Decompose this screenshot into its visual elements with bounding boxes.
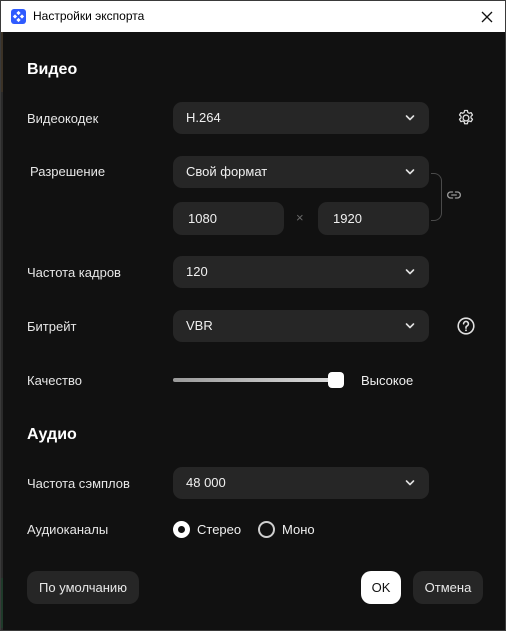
restore-defaults-button[interactable]: По умолчанию	[27, 571, 139, 604]
quality-label: Качество	[27, 373, 82, 388]
link-icon	[447, 191, 461, 199]
quality-slider-fill	[173, 378, 337, 382]
samplerate-label: Частота сэмплов	[27, 476, 130, 491]
codec-value: H.264	[186, 110, 221, 125]
framerate-label: Частота кадров	[27, 265, 121, 280]
close-icon	[481, 11, 493, 23]
ok-button[interactable]: OK	[361, 571, 401, 604]
bitrate-help-button[interactable]	[456, 316, 476, 336]
bitrate-label: Битрейт	[27, 319, 77, 334]
framerate-select[interactable]: 120	[173, 256, 429, 288]
resolution-preset-select[interactable]: Свой формат	[173, 156, 429, 188]
codec-select[interactable]: H.264	[173, 102, 429, 134]
chevron-down-icon	[405, 113, 415, 123]
app-logo-icon	[11, 9, 26, 24]
video-section-title: Видео	[27, 61, 78, 78]
chevron-down-icon	[405, 321, 415, 331]
chevron-down-icon	[405, 267, 415, 277]
audio-channels-label: Аудиоканалы	[27, 522, 109, 537]
samplerate-select[interactable]: 48 000	[173, 467, 429, 499]
resolution-times-sign: ×	[296, 210, 304, 225]
aspect-link-bracket	[431, 173, 442, 221]
left-edge-strip	[1, 32, 3, 630]
framerate-value: 120	[186, 264, 208, 279]
export-settings-dialog: Настройки экспорта Видео Видеокодек H.26…	[0, 0, 506, 631]
codec-settings-button[interactable]	[456, 108, 476, 128]
close-button[interactable]	[475, 5, 499, 29]
samplerate-value: 48 000	[186, 475, 226, 490]
codec-label: Видеокодек	[27, 111, 99, 126]
radio-mono-label: Моно	[282, 522, 315, 537]
chevron-down-icon	[405, 478, 415, 488]
chevron-down-icon	[405, 167, 415, 177]
quality-value: Высокое	[361, 373, 414, 388]
radio-mono-indicator	[258, 521, 275, 538]
aspect-lock-button[interactable]	[445, 186, 463, 204]
gear-icon	[458, 109, 474, 125]
quality-slider[interactable]	[173, 372, 345, 388]
window-title: Настройки экспорта	[33, 9, 145, 23]
audio-section-title: Аудио	[27, 426, 77, 443]
bitrate-select[interactable]: VBR	[173, 310, 429, 342]
resolution-width-input[interactable]	[173, 202, 284, 235]
quality-slider-thumb[interactable]	[328, 372, 345, 388]
resolution-label: Разрешение	[30, 164, 106, 179]
radio-stereo-label: Стерео	[197, 522, 242, 537]
bitrate-value: VBR	[186, 318, 213, 333]
help-circle-icon	[457, 317, 475, 335]
resolution-preset-value: Свой формат	[186, 164, 268, 179]
radio-stereo-indicator	[173, 521, 190, 538]
resolution-height-input[interactable]	[318, 202, 429, 235]
title-bar: Настройки экспорта	[1, 1, 505, 32]
cancel-button[interactable]: Отмена	[413, 571, 483, 604]
